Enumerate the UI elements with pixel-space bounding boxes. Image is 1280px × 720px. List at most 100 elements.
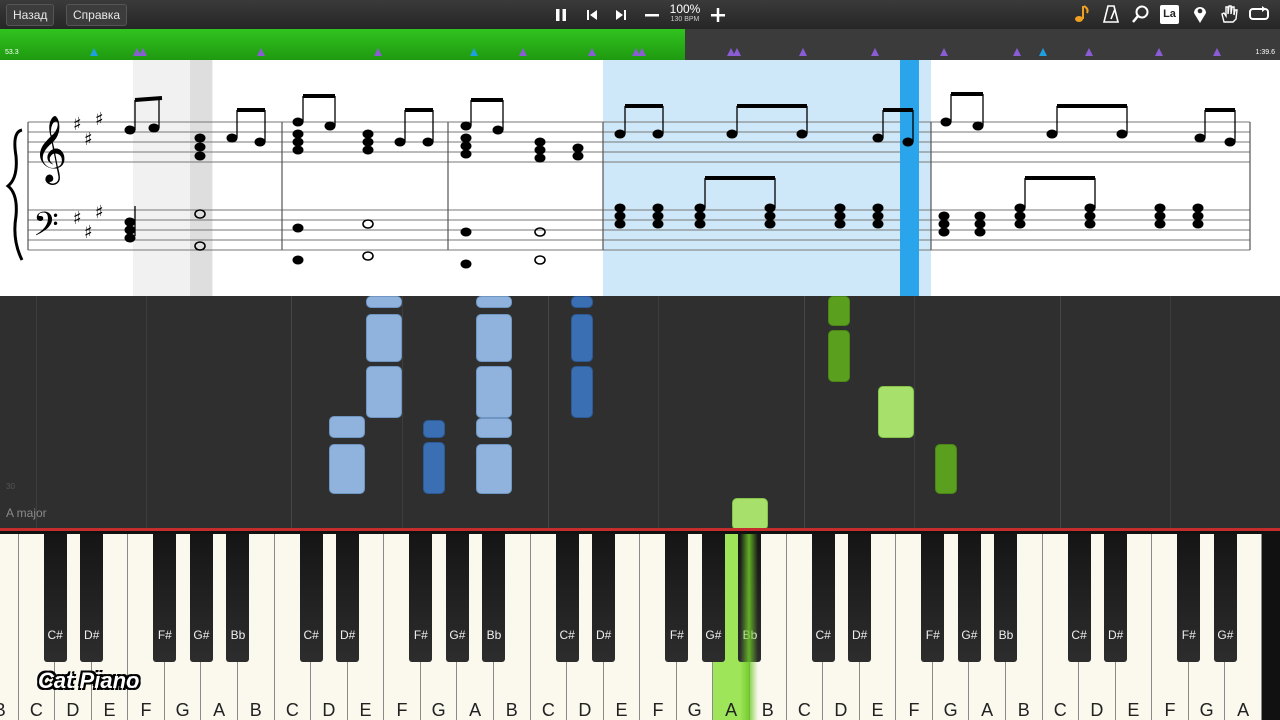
black-key[interactable]: Bb [994, 534, 1018, 662]
bookmark-marker[interactable] [638, 48, 646, 56]
next-icon[interactable] [610, 4, 632, 26]
bookmark-marker[interactable] [1013, 48, 1021, 56]
white-key[interactable]: B [0, 534, 19, 720]
black-key[interactable]: G# [189, 534, 213, 662]
location-icon[interactable] [1189, 3, 1211, 25]
falling-note [878, 386, 914, 438]
white-key-label: F [1164, 700, 1176, 720]
black-key[interactable]: D# [848, 534, 872, 662]
top-toolbar: Назад Справка 100% 130 BPM La [0, 0, 1280, 29]
bass-clef: 𝄢 [33, 206, 59, 252]
previous-icon[interactable] [581, 4, 603, 26]
white-key-label: B [249, 700, 262, 720]
bookmark-marker[interactable] [871, 48, 879, 56]
black-key[interactable]: D# [80, 534, 104, 662]
black-key[interactable]: F# [1177, 534, 1201, 662]
black-key-label: D# [1107, 628, 1124, 642]
black-key-label: F# [157, 628, 172, 642]
black-key[interactable]: C# [1067, 534, 1091, 662]
song-progress-bar[interactable]: 53.3 1:39.6 [0, 29, 1280, 60]
bookmark-marker[interactable] [90, 48, 98, 56]
hand-icon[interactable] [1218, 3, 1240, 25]
svg-text:♯: ♯ [73, 114, 82, 135]
black-key[interactable]: F# [665, 534, 689, 662]
white-key-label: C [29, 700, 43, 720]
playback-cursor [900, 60, 919, 296]
black-key[interactable]: G# [957, 534, 981, 662]
white-key-label: F [652, 700, 664, 720]
black-key[interactable]: Bb [226, 534, 250, 662]
note-icon[interactable] [1071, 3, 1093, 25]
white-key-label: E [359, 700, 372, 720]
white-key-label: C [285, 700, 299, 720]
black-key-label: C# [559, 628, 575, 642]
bookmark-marker[interactable] [374, 48, 382, 56]
back-button[interactable]: Назад [6, 4, 55, 26]
white-key-label: C [1053, 700, 1067, 720]
svg-text:♯: ♯ [84, 222, 93, 243]
white-key-label: E [1127, 700, 1140, 720]
bookmark-marker[interactable] [1213, 48, 1221, 56]
white-key-label: C [797, 700, 811, 720]
black-key[interactable]: C# [811, 534, 835, 662]
falling-note [828, 330, 850, 382]
bookmark-marker[interactable] [470, 48, 478, 56]
black-key[interactable]: D# [592, 534, 616, 662]
bookmark-marker[interactable] [519, 48, 527, 56]
falling-note [476, 314, 512, 362]
white-key-label: E [615, 700, 628, 720]
total-time: 1:39.6 [1255, 49, 1275, 56]
falling-note [476, 296, 512, 308]
black-key[interactable]: C# [555, 534, 579, 662]
black-key[interactable]: F# [409, 534, 433, 662]
minus-icon[interactable] [641, 4, 663, 26]
plus-icon[interactable] [707, 4, 729, 26]
white-key-label: F [908, 700, 920, 720]
svg-text:♯: ♯ [95, 202, 104, 223]
black-key[interactable]: F# [153, 534, 177, 662]
black-key[interactable]: C# [299, 534, 323, 662]
black-key[interactable]: D# [1104, 534, 1128, 662]
metronome-icon[interactable] [1100, 3, 1122, 25]
pause-icon[interactable] [550, 4, 572, 26]
loop-icon[interactable] [1247, 3, 1269, 25]
black-key[interactable]: D# [336, 534, 360, 662]
black-key[interactable]: F# [921, 534, 945, 662]
bookmark-marker[interactable] [733, 48, 741, 56]
bookmark-marker[interactable] [1155, 48, 1163, 56]
white-key-label: D [1090, 700, 1104, 720]
bookmark-marker[interactable] [139, 48, 147, 56]
bookmark-marker[interactable] [1085, 48, 1093, 56]
active-key-glow [740, 534, 758, 720]
falling-note [366, 296, 402, 308]
black-key-label: Bb [998, 628, 1014, 642]
grand-staff-brace [5, 128, 24, 261]
bookmark-marker[interactable] [799, 48, 807, 56]
help-button[interactable]: Справка [66, 4, 128, 26]
bookmark-marker[interactable] [588, 48, 596, 56]
search-icon[interactable] [1130, 3, 1152, 25]
white-key-label: B [1017, 700, 1030, 720]
bookmark-marker[interactable] [257, 48, 265, 56]
black-key-label: C# [815, 628, 831, 642]
measure-number: 30 [6, 482, 15, 491]
speed-readout: 100% 130 BPM [666, 3, 704, 24]
black-key[interactable]: G# [1213, 534, 1237, 662]
black-key[interactable]: G# [701, 534, 725, 662]
svg-text:♯: ♯ [95, 109, 104, 130]
black-key-label: D# [84, 628, 100, 642]
bookmark-marker[interactable] [1039, 48, 1047, 56]
falling-note [366, 314, 402, 362]
black-key[interactable]: Bb [482, 534, 506, 662]
black-key[interactable]: C# [43, 534, 67, 662]
bookmark-marker[interactable] [940, 48, 948, 56]
falling-note [571, 296, 593, 308]
zoom-percent: 100% [669, 2, 701, 16]
falling-note [476, 366, 512, 418]
language-icon[interactable]: La [1160, 5, 1179, 24]
falling-notes-area: 30 A major [0, 296, 1280, 530]
white-key-label: F [140, 700, 152, 720]
piano-keyboard[interactable]: BCDEFGABCDEFGABCDEFGABCDEFGABCDEFGABbC#D… [0, 528, 1280, 720]
black-key-label: G# [1217, 628, 1234, 642]
black-key[interactable]: G# [445, 534, 469, 662]
